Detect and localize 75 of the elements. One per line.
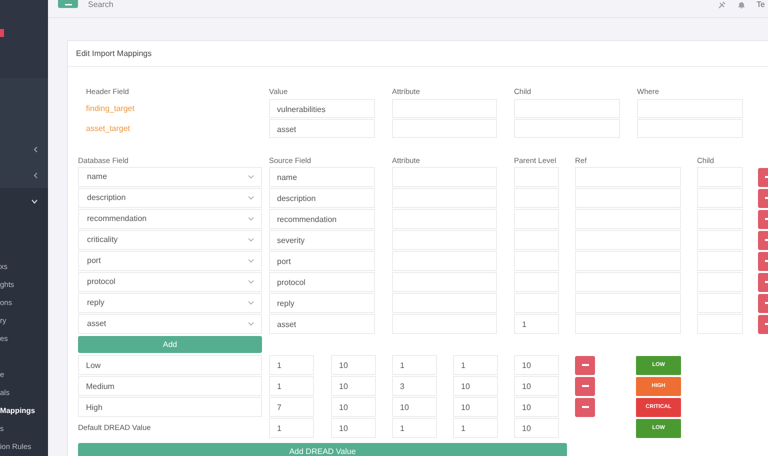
select-value: criticality xyxy=(87,234,118,246)
chevron-down-icon xyxy=(248,196,254,200)
input-field[interactable]: asset xyxy=(269,314,375,334)
header-field-name: asset_target xyxy=(85,124,132,133)
input-field[interactable]: 10 xyxy=(392,397,437,417)
input-field[interactable]: 1 xyxy=(392,355,437,375)
input-field[interactable]: recommendation xyxy=(269,209,375,229)
bell-icon xyxy=(738,1,745,9)
input-field[interactable]: 7 xyxy=(269,397,314,417)
remove-button[interactable] xyxy=(575,398,595,416)
select-value: name xyxy=(87,171,108,183)
input-field[interactable]: 1 xyxy=(392,418,437,438)
input-field[interactable]: 1 xyxy=(453,418,498,438)
input-field[interactable]: 10 xyxy=(331,355,376,375)
chevron-down-icon xyxy=(248,280,254,284)
minus-icon xyxy=(582,385,588,387)
select-value: recommendation xyxy=(87,213,147,225)
select-value: protocol xyxy=(87,276,116,288)
input-field[interactable]: 10 xyxy=(514,418,559,438)
input-field[interactable]: High xyxy=(78,397,262,417)
card-title: Edit Import Mappings xyxy=(68,41,768,67)
select-value: port xyxy=(87,255,101,267)
input-field[interactable]: name xyxy=(269,167,375,187)
input-field[interactable]: 10 xyxy=(331,397,376,417)
remove-button[interactable] xyxy=(575,376,595,396)
input-field[interactable]: 10 xyxy=(453,376,498,396)
input-field[interactable]: Medium xyxy=(78,376,262,396)
input-field[interactable]: 10 xyxy=(453,397,498,417)
search-field[interactable]: Search xyxy=(88,0,188,10)
remove-button[interactable] xyxy=(575,356,595,374)
input-field[interactable]: Low xyxy=(78,355,262,375)
minus-icon xyxy=(582,406,588,408)
input-field[interactable]: severity xyxy=(269,230,375,250)
select-field[interactable]: recommendation xyxy=(78,209,262,229)
select-field[interactable]: name xyxy=(78,167,262,187)
input-field[interactable]: 10 xyxy=(514,355,559,375)
input-field[interactable]: 10 xyxy=(331,376,376,396)
tools-icon xyxy=(718,1,726,9)
header-field-name: finding_target xyxy=(85,104,136,113)
input-field[interactable]: 10 xyxy=(514,376,559,396)
input-field[interactable]: description xyxy=(269,188,375,208)
input-field[interactable]: reply xyxy=(269,293,375,313)
chevron-down-icon xyxy=(248,217,254,221)
chevron-down-icon xyxy=(248,301,254,305)
select-field[interactable]: asset xyxy=(78,314,262,334)
input-field[interactable]: 1 xyxy=(453,355,498,375)
chevron-down-icon xyxy=(248,259,254,263)
select-value: description xyxy=(87,192,126,204)
select-value: reply xyxy=(87,297,104,309)
menu-icon xyxy=(64,2,72,6)
chevron-down-icon xyxy=(248,238,254,242)
input-field[interactable]: 1 xyxy=(269,418,314,438)
chevron-down-icon xyxy=(248,175,254,179)
input-field[interactable]: protocol xyxy=(269,272,375,292)
select-field[interactable]: description xyxy=(78,188,262,208)
sidebar-group[interactable] xyxy=(0,188,48,214)
minus-icon xyxy=(582,364,588,366)
select-field[interactable]: reply xyxy=(78,293,262,313)
chevron-down-icon xyxy=(248,322,254,326)
logo-icon xyxy=(0,29,4,37)
menu-button[interactable] xyxy=(58,0,78,8)
input-field[interactable]: 10 xyxy=(331,418,376,438)
input-field[interactable]: asset xyxy=(269,119,375,138)
input-field[interactable]: 1 xyxy=(269,355,314,375)
select-field[interactable]: protocol xyxy=(78,272,262,292)
input-field[interactable]: 10 xyxy=(514,397,559,417)
input-field[interactable]: 3 xyxy=(392,376,437,396)
input-field[interactable]: 1 xyxy=(514,314,559,334)
select-field[interactable]: port xyxy=(78,251,262,271)
input-field[interactable]: vulnerabilities xyxy=(269,99,375,118)
input-field[interactable]: port xyxy=(269,251,375,271)
select-field[interactable]: criticality xyxy=(78,230,262,250)
input-field[interactable]: 1 xyxy=(269,376,314,396)
select-value: asset xyxy=(87,318,106,330)
user-name[interactable]: Te xyxy=(756,0,765,10)
